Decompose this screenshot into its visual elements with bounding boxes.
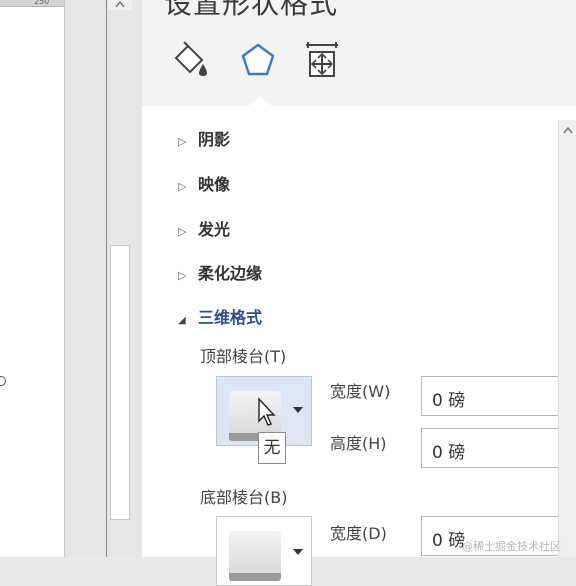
page-edge-line (106, 0, 107, 557)
mouse-cursor-icon (258, 397, 276, 426)
paint-bucket-icon (174, 41, 207, 76)
section-soft-edges[interactable]: ▷ 柔化边缘 (178, 260, 262, 284)
expand-arrow-icon: ▷ (178, 225, 187, 238)
expand-arrow-icon: ▷ (178, 180, 187, 193)
scrollbar-thumb[interactable] (110, 245, 130, 520)
pane-title: 设置形状格式 (164, 0, 339, 20)
tab-size-properties[interactable] (302, 40, 342, 80)
top-bevel-height-label: 高度(H) (330, 434, 387, 453)
tab-fill-line[interactable] (170, 40, 210, 80)
pane-scrollbar[interactable] (558, 120, 576, 557)
scroll-up-icon (563, 126, 573, 134)
vertical-scrollbar[interactable] (108, 0, 132, 557)
top-bevel-width-label: 宽度(W) (330, 382, 391, 401)
ruler-label: 250 (34, 0, 50, 6)
section-label: 发光 (198, 220, 231, 239)
tooltip: 无 (258, 432, 286, 464)
tab-effects[interactable] (238, 40, 278, 80)
document-area: 250 (0, 0, 142, 557)
expand-arrow-icon: ▷ (178, 269, 187, 282)
collapse-arrow-icon: ◢ (178, 315, 186, 326)
chevron-down-icon (293, 407, 303, 413)
bottom-bevel-width-label: 宽度(D) (330, 524, 387, 543)
format-shape-pane: 设置形状格式 ▷ 阴影 ▷ 映像 ▷ 发光 ▷ 柔化边缘 ◢ 三维格式 顶部棱台… (142, 0, 576, 586)
pane-body: ▷ 阴影 ▷ 映像 ▷ 发光 ▷ 柔化边缘 ◢ 三维格式 顶部棱台(T) 宽度(W) 0 … (142, 106, 576, 586)
bevel-preview-icon (229, 531, 281, 581)
scroll-up-button[interactable] (108, 0, 132, 10)
section-label: 三维格式 (198, 308, 263, 327)
top-bevel-height-input[interactable]: 0 磅 (421, 428, 571, 468)
bottom-bevel-label: 底部棱台(B) (200, 488, 288, 507)
document-page[interactable]: 250 (0, 0, 65, 557)
size-properties-icon (306, 42, 338, 77)
selected-tab-pointer (248, 96, 272, 106)
top-bevel-label: 顶部棱台(T) (200, 347, 287, 366)
section-label: 映像 (198, 175, 231, 194)
section-shadow[interactable]: ▷ 阴影 (178, 126, 230, 150)
section-label: 柔化边缘 (198, 264, 263, 283)
section-glow[interactable]: ▷ 发光 (178, 216, 230, 240)
bottom-bevel-button[interactable] (216, 516, 312, 586)
section-label: 阴影 (198, 130, 231, 149)
expand-arrow-icon: ▷ (178, 135, 187, 148)
watermark: @稀土掘金技术社区 (462, 540, 561, 553)
top-bevel-width-input[interactable]: 0 磅 (421, 376, 571, 416)
chevron-down-icon (293, 549, 303, 555)
ruler: 250 (0, 0, 64, 7)
section-reflection[interactable]: ▷ 映像 (178, 171, 230, 195)
section-3d-format[interactable]: ◢ 三维格式 (178, 304, 262, 328)
pentagon-icon (241, 43, 275, 76)
scroll-up-icon (115, 0, 125, 8)
